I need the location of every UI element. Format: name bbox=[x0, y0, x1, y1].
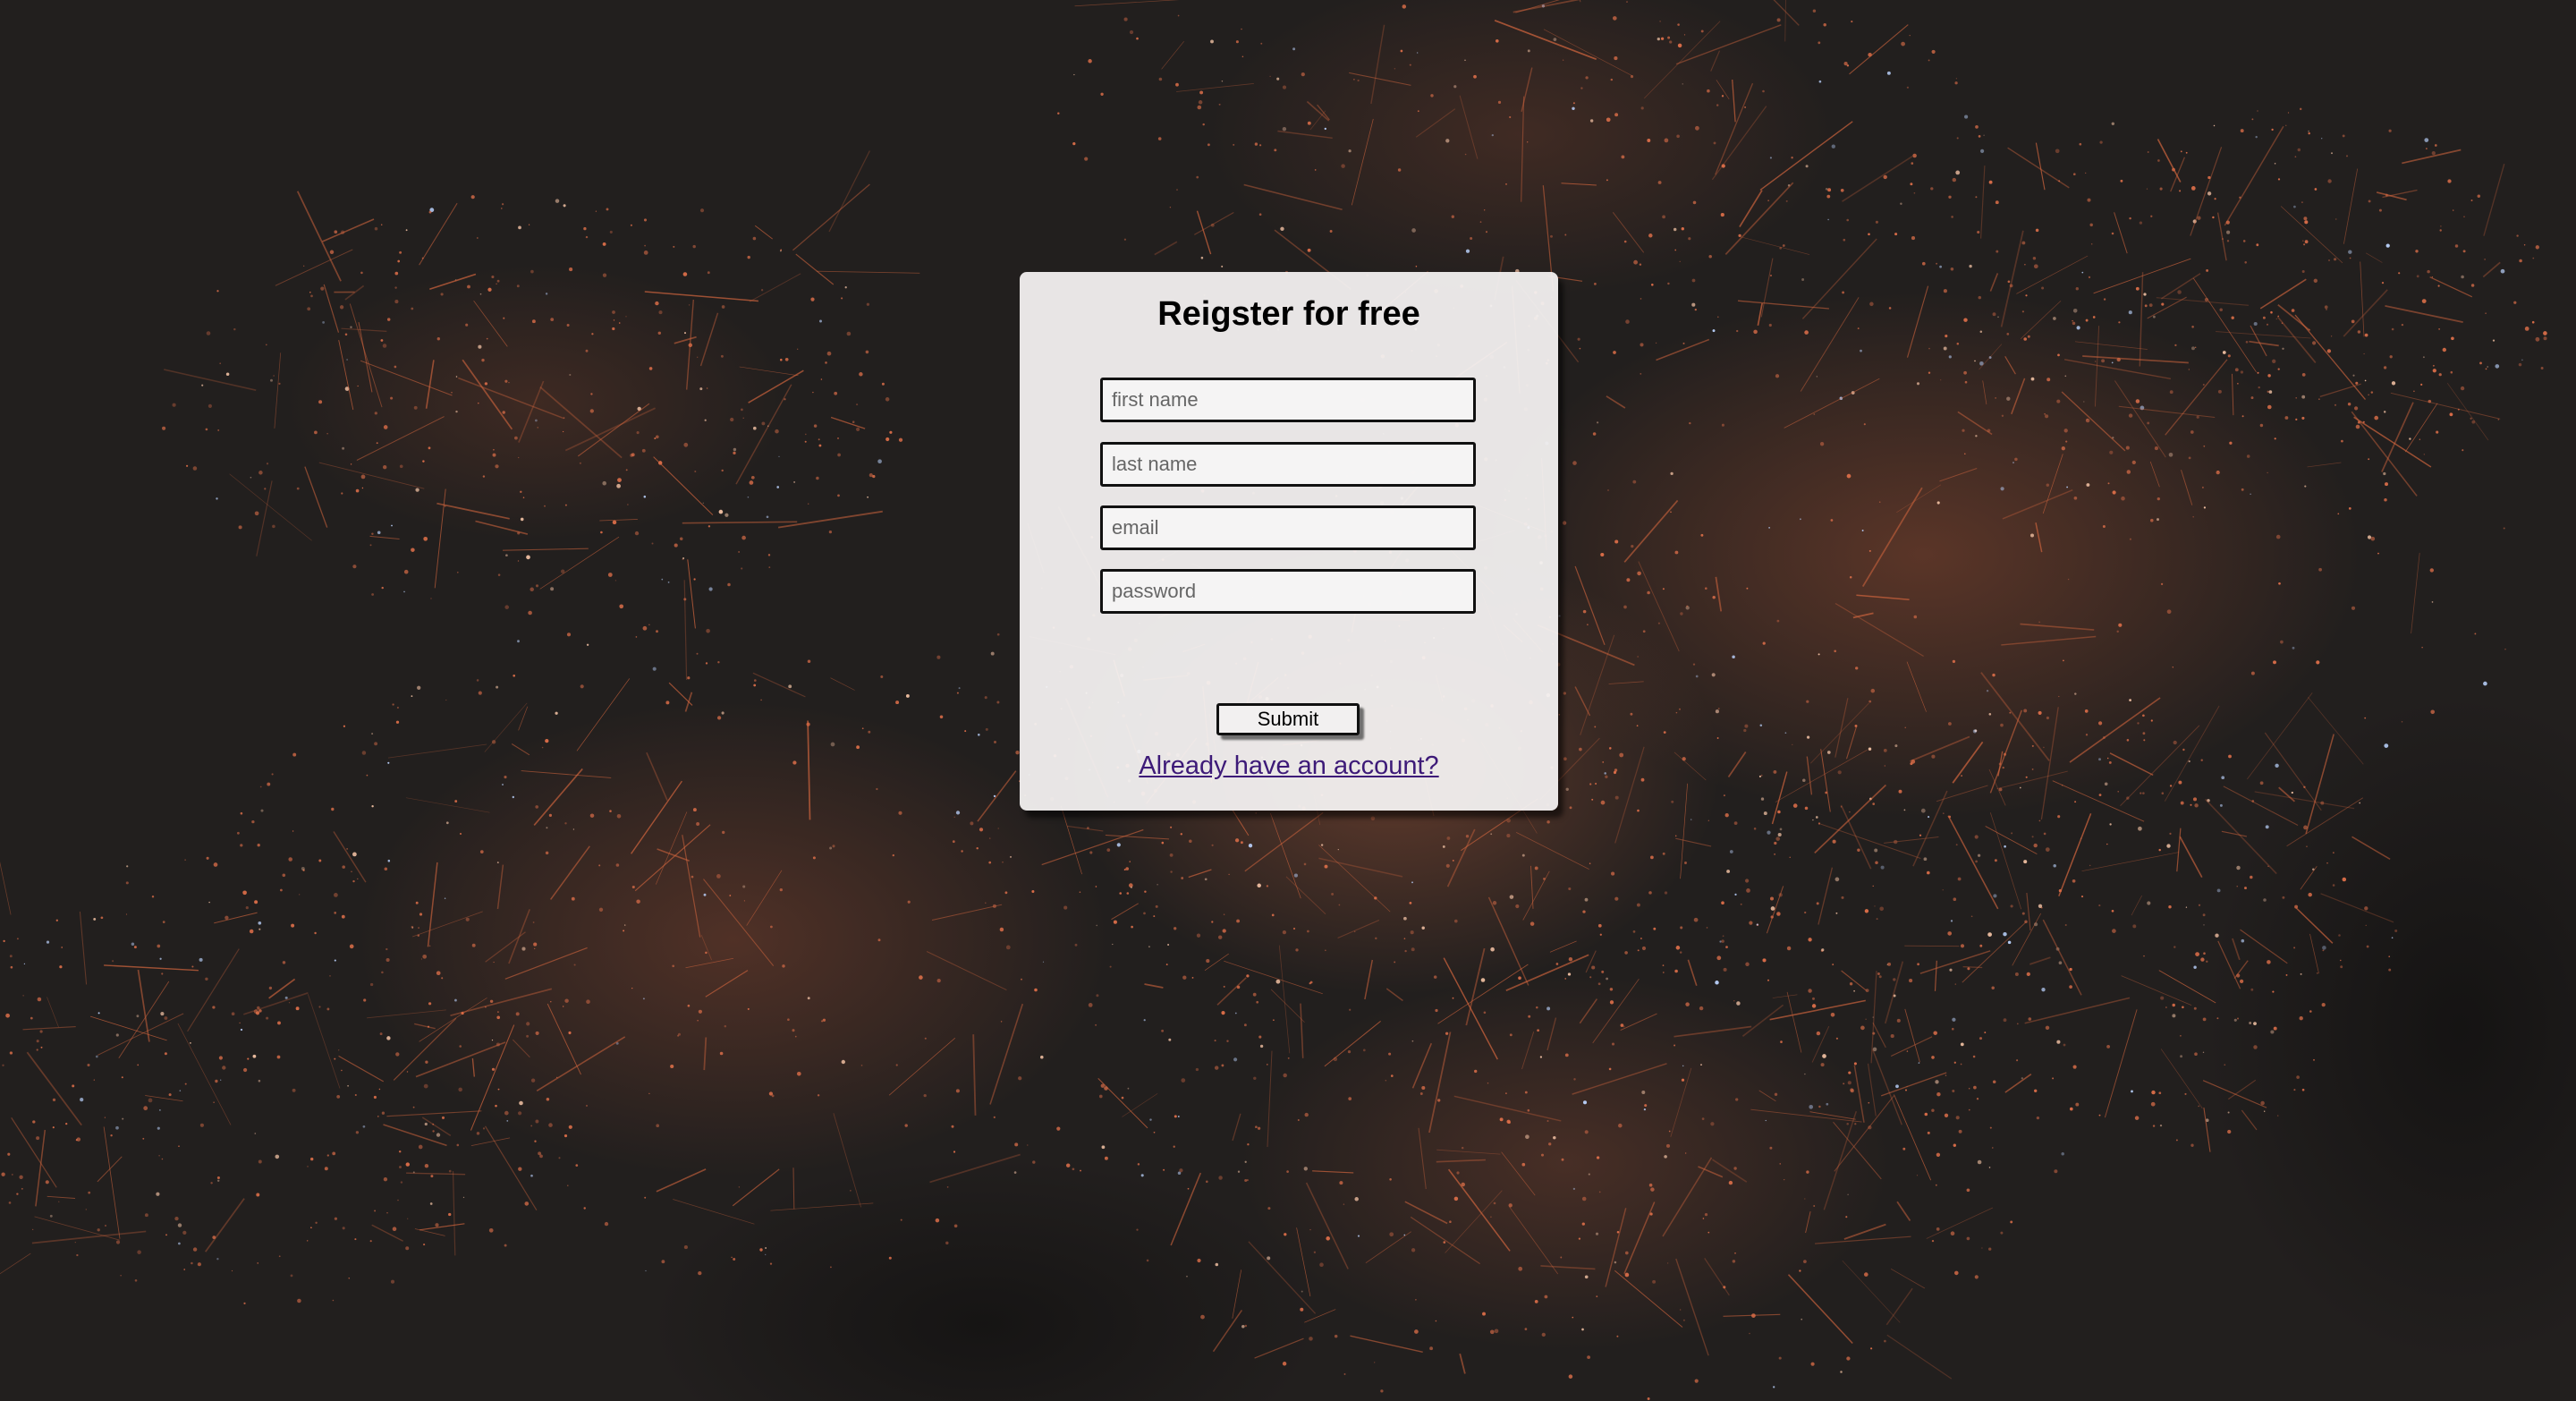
submit-button[interactable]: Submit bbox=[1216, 703, 1360, 735]
first-name-input[interactable] bbox=[1100, 378, 1476, 422]
login-link[interactable]: Already have an account? bbox=[1020, 751, 1558, 781]
register-card: Reigster for free Submit Already have an… bbox=[1020, 272, 1558, 811]
last-name-input[interactable] bbox=[1100, 442, 1476, 487]
register-title: Reigster for free bbox=[1157, 295, 1420, 333]
password-input[interactable] bbox=[1100, 569, 1476, 614]
email-input[interactable] bbox=[1100, 505, 1476, 550]
